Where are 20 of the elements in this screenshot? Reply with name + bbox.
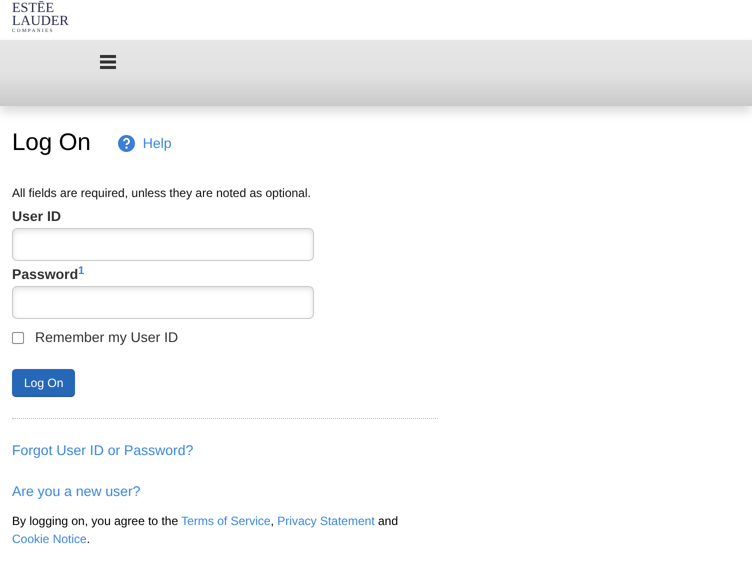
- checkbox-label: Remember my User ID: [35, 328, 178, 347]
- input-field[interactable]: [12, 286, 314, 319]
- log-on-button[interactable]: Log On: [12, 369, 76, 396]
- text-link[interactable]: Privacy Statement: [277, 514, 375, 528]
- text-link[interactable]: Are you a new user?: [12, 481, 140, 502]
- text-link[interactable]: Cookie Notice: [12, 532, 87, 546]
- field-label: Password$^{1}$: [12, 265, 84, 283]
- logo-text: ESTĒE: [12, 2, 54, 15]
- text-link[interactable]: Forgot User ID or Password?: [12, 440, 194, 461]
- field-label: User ID: [12, 207, 62, 225]
- logo-text: LAUDER: [12, 15, 69, 28]
- text-link[interactable]: Terms of Service: [181, 514, 271, 528]
- input-field[interactable]: [12, 228, 314, 261]
- instructions-text: All fields are required, unless they are noted as optional.: [12, 185, 312, 202]
- help-link[interactable]: Help: [142, 132, 172, 154]
- help-icon: [118, 134, 135, 152]
- menu-icon[interactable]: [98, 52, 118, 72]
- agreement-text: By logging on, you agree to the Terms of Service, Privacy Statement and Cookie Notice.: [12, 513, 400, 548]
- remember-checkbox[interactable]: [12, 332, 24, 344]
- page-title: Log On: [12, 128, 91, 158]
